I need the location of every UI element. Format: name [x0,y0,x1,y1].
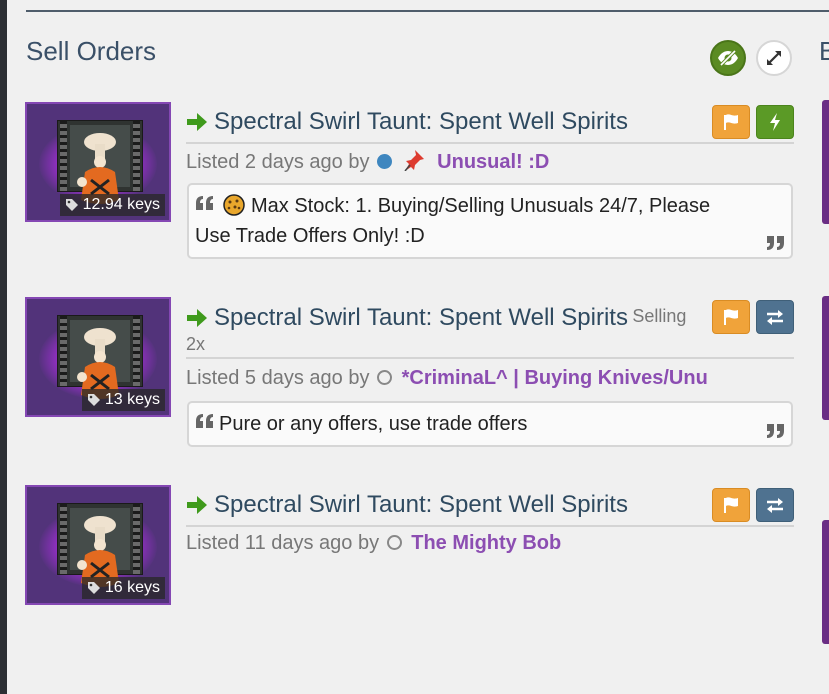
price-label: 16 keys [104,579,160,596]
quote-open-icon [196,414,213,428]
price-tag: 12.94 keys [59,194,165,216]
listing-info: Listed 11 days ago by The Mighty Bob [186,532,561,555]
section-title: Sell Orders [26,36,157,66]
seller-username-link[interactable]: Unusual! :D [437,151,549,173]
report-button[interactable] [712,105,750,139]
sell-order: 16 keys Spectral Swirl Taunt: Spent Well… [25,485,800,610]
flag-icon [724,309,738,325]
order-title: Spectral Swirl Taunt: Spent Well Spirits [186,491,794,527]
listed-time: Listed 5 days ago by [186,367,370,389]
exchange-icon [767,310,783,325]
item-image[interactable]: 16 keys [25,485,171,605]
next-section-title: B [819,36,829,66]
listing-info: Listed 5 days ago by *CriminaL^ | Buying… [186,367,708,390]
report-button[interactable] [712,300,750,334]
listed-time: Listed 11 days ago by [186,532,380,554]
item-name-link[interactable]: Spectral Swirl Taunt: Spent Well Spirits [214,491,628,518]
sell-order: 12.94 keys Spectral Swirl Taunt: Spent W… [25,102,800,262]
flag-icon [724,497,738,513]
report-button[interactable] [712,488,750,522]
quote-open-icon [196,196,213,210]
listed-time: Listed 2 days ago by [186,151,370,173]
tag-icon [65,199,78,211]
comment-text: Pure or any offers, use trade offers [219,413,528,435]
cookie-icon [223,194,245,216]
top-divider [26,10,829,12]
next-column-item[interactable] [822,100,829,224]
instant-buy-button[interactable] [756,105,794,139]
seller-username-link[interactable]: *CriminaL^ | Buying Knives/Unu [402,367,708,389]
left-edge-strip [0,0,7,694]
expand-arrows-icon [767,51,781,65]
status-offline-icon [377,370,393,385]
order-title: Spectral Swirl Taunt: Spent Well Spirits… [186,303,794,359]
comment-text: Max Stock: 1. Buying/Selling Unusuals 24… [195,195,711,247]
order-title: Spectral Swirl Taunt: Spent Well Spirits [186,108,794,144]
quantity-label: Selling [632,306,687,326]
trade-offer-button[interactable] [756,488,794,522]
eye-slash-icon [718,49,738,67]
flag-icon [724,114,738,130]
expand-button[interactable] [756,40,792,76]
price-tag: 16 keys [81,577,165,599]
listing-info: Listed 2 days ago by Unusual! :D [186,149,549,174]
next-column-item[interactable] [822,520,829,644]
tag-icon [87,394,100,406]
price-label: 13 keys [104,391,160,408]
trade-offer-button[interactable] [756,300,794,334]
next-column-item[interactable] [822,296,829,420]
seller-username-link[interactable]: The Mighty Bob [411,532,561,554]
item-image[interactable]: 13 keys [25,297,171,417]
lightning-icon [770,113,780,131]
arrow-right-icon [187,113,207,131]
order-comment: Max Stock: 1. Buying/Selling Unusuals 24… [187,183,793,259]
price-tag: 13 keys [81,389,165,411]
item-name-link[interactable]: Spectral Swirl Taunt: Spent Well Spirits [214,108,628,135]
order-comment: Pure or any offers, use trade offers [187,401,793,447]
item-name-link[interactable]: Spectral Swirl Taunt: Spent Well Spirits [214,304,628,331]
tag-icon [87,582,100,594]
quantity-value: 2x [186,334,206,354]
toggle-visibility-button[interactable] [710,40,746,76]
quote-close-icon [767,236,784,250]
price-label: 12.94 keys [82,196,160,213]
sell-order: 13 keys Spectral Swirl Taunt: Spent Well… [25,297,800,447]
quote-close-icon [767,424,784,438]
status-online-icon [377,154,393,169]
item-image[interactable]: 12.94 keys [25,102,171,222]
status-offline-icon [386,535,402,550]
arrow-right-icon [187,308,207,327]
pushpin-icon [404,150,424,172]
arrow-right-icon [187,496,207,514]
exchange-icon [767,498,783,513]
